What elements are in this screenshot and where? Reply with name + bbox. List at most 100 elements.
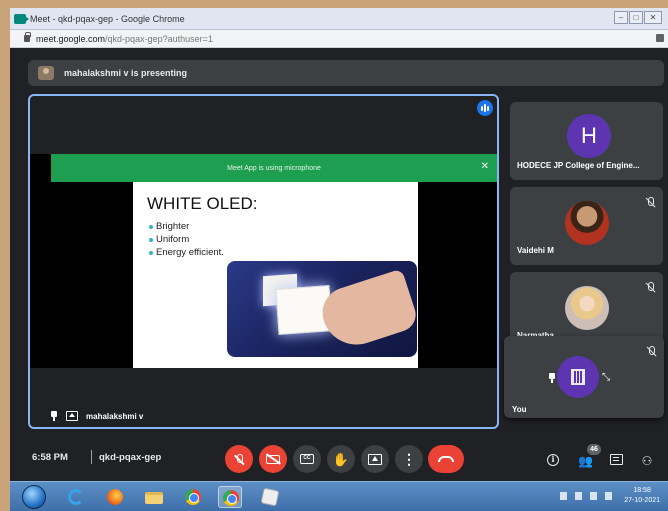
chrome-icon (185, 489, 201, 505)
firefox-taskbar-button[interactable] (103, 486, 127, 508)
mic-off-icon (645, 197, 655, 208)
mic-off-icon (235, 453, 243, 465)
camera-toggle-button[interactable] (259, 445, 287, 473)
bullet-item: Energy efficient. (149, 246, 224, 259)
clock-date: 27-10-2021 (624, 497, 660, 504)
bullet-text: Brighter (156, 221, 190, 232)
clock-time: 18:58 (633, 487, 651, 494)
close-icon[interactable]: ✕ (481, 162, 489, 172)
people-button[interactable]: 👥 (578, 454, 593, 468)
network-icon[interactable] (590, 492, 597, 500)
tray-arrow-icon[interactable] (560, 492, 567, 500)
minimize-tile-icon[interactable]: ⤡ (602, 373, 612, 383)
close-window-button[interactable]: ✕ (644, 11, 662, 24)
pin-icon[interactable] (50, 411, 58, 421)
system-clock[interactable]: 18:58 27-10-2021 (624, 486, 660, 506)
bullet-text: Energy efficient. (156, 247, 224, 258)
slide-bullets: Brighter Uniform Energy efficient. (149, 220, 224, 259)
flag-icon[interactable] (575, 492, 582, 500)
url-path: /qkd-pqax-gep?authuser=1 (105, 33, 213, 44)
meeting-details-button[interactable]: i (547, 454, 561, 468)
raise-hand-button[interactable]: ✋ (327, 445, 355, 473)
oled-panel-photo (227, 261, 417, 357)
bullet-dot-icon (149, 250, 153, 255)
captions-icon: CC (300, 454, 314, 464)
shared-screen: Meet App is using microphone ✕ WHITE OLE… (30, 154, 497, 368)
avatar-glyph-icon (571, 369, 585, 385)
activities-button[interactable]: ⚇ (640, 454, 654, 468)
chat-icon (610, 454, 623, 465)
file-explorer-taskbar-button[interactable] (142, 486, 166, 508)
windows-taskbar: 18:58 27-10-2021 (10, 481, 668, 511)
audio-level-icon (477, 100, 493, 116)
minimize-button[interactable]: – (614, 11, 628, 24)
self-name: You (512, 405, 527, 414)
presentation-stage[interactable]: Meet App is using microphone ✕ WHITE OLE… (28, 94, 499, 429)
participant-tile[interactable]: Vaidehi M (510, 187, 663, 265)
paint-icon (260, 487, 280, 507)
participant-avatar (565, 286, 609, 330)
window-title: Meet - qkd-pqax-gep - Google Chrome (30, 13, 185, 24)
system-tray (560, 492, 612, 500)
bullet-item: Brighter (149, 220, 224, 233)
url-host: meet.google.com (36, 33, 106, 44)
lock-icon (24, 32, 31, 42)
bullet-item: Uniform (149, 233, 224, 246)
captions-button[interactable]: CC (293, 445, 321, 473)
self-avatar (557, 356, 599, 398)
divider (91, 450, 92, 464)
meeting-time: 6:58 PM (32, 452, 68, 463)
meeting-controls-bar: 6:58 PM qkd-pqax-gep CC ✋ ⋮ i 46 👥 ⚇ (10, 438, 668, 478)
info-icon: i (547, 454, 559, 466)
firefox-icon (107, 489, 123, 505)
more-options-button[interactable]: ⋮ (395, 445, 423, 473)
mic-off-icon (645, 282, 655, 293)
participant-tile[interactable]: H HODECE JP College of Engine... (510, 102, 663, 180)
maximize-button[interactable]: □ (629, 11, 643, 24)
volume-icon[interactable] (605, 492, 612, 500)
hand-icon: ✋ (332, 451, 350, 467)
mic-notice-bar: Meet App is using microphone ✕ (51, 154, 497, 182)
participant-avatar (565, 201, 609, 245)
presenter-name-row: mahalakshmi v (50, 411, 143, 421)
meeting-code: qkd-pqax-gep (99, 452, 162, 463)
window-controls: – □ ✕ (614, 11, 662, 24)
people-icon: 👥 (578, 454, 593, 468)
internet-explorer-taskbar-button[interactable] (64, 486, 88, 508)
internet-explorer-icon (68, 489, 84, 505)
meet-favicon-icon (14, 13, 29, 24)
pin-icon[interactable] (548, 373, 556, 383)
hang-up-icon (438, 456, 454, 462)
more-vert-icon: ⋮ (402, 451, 416, 467)
bullet-text: Uniform (156, 234, 190, 245)
participant-name: HODECE JP College of Engine... (517, 161, 640, 170)
present-icon (368, 453, 382, 465)
slide-title: WHITE OLED: (147, 194, 258, 213)
presenting-banner: mahalakshmi v is presenting (28, 60, 664, 86)
address-bar[interactable]: meet.google.com /qkd-pqax-gep?authuser=1 (10, 30, 668, 48)
camera-off-icon (266, 454, 280, 464)
presenter-name: mahalakshmi v (86, 411, 144, 421)
chrome-taskbar-button[interactable] (181, 486, 205, 508)
hand-image (315, 268, 417, 354)
mic-toggle-button[interactable] (225, 445, 253, 473)
bullet-dot-icon (149, 237, 153, 242)
activities-icon: ⚇ (641, 454, 653, 468)
chat-button[interactable] (610, 454, 624, 468)
presentation-icon (66, 411, 78, 421)
presenter-avatar (38, 66, 54, 80)
start-button[interactable] (22, 485, 46, 509)
bullet-dot-icon (149, 224, 153, 229)
extension-icon[interactable] (656, 34, 664, 42)
mic-notice-text: Meet App is using microphone (227, 164, 321, 172)
paint-taskbar-button[interactable] (258, 486, 282, 508)
participant-avatar: H (567, 114, 611, 158)
browser-title-bar: Meet - qkd-pqax-gep - Google Chrome – □ … (10, 8, 668, 30)
mic-off-icon (646, 346, 656, 357)
self-view-tile[interactable]: ⤡ You (504, 336, 664, 418)
desktop-screen: Meet - qkd-pqax-gep - Google Chrome – □ … (10, 8, 668, 511)
chrome-active-taskbar-button[interactable] (218, 486, 242, 508)
present-now-button[interactable] (361, 445, 389, 473)
leave-call-button[interactable] (428, 445, 464, 473)
folder-icon (145, 492, 163, 504)
